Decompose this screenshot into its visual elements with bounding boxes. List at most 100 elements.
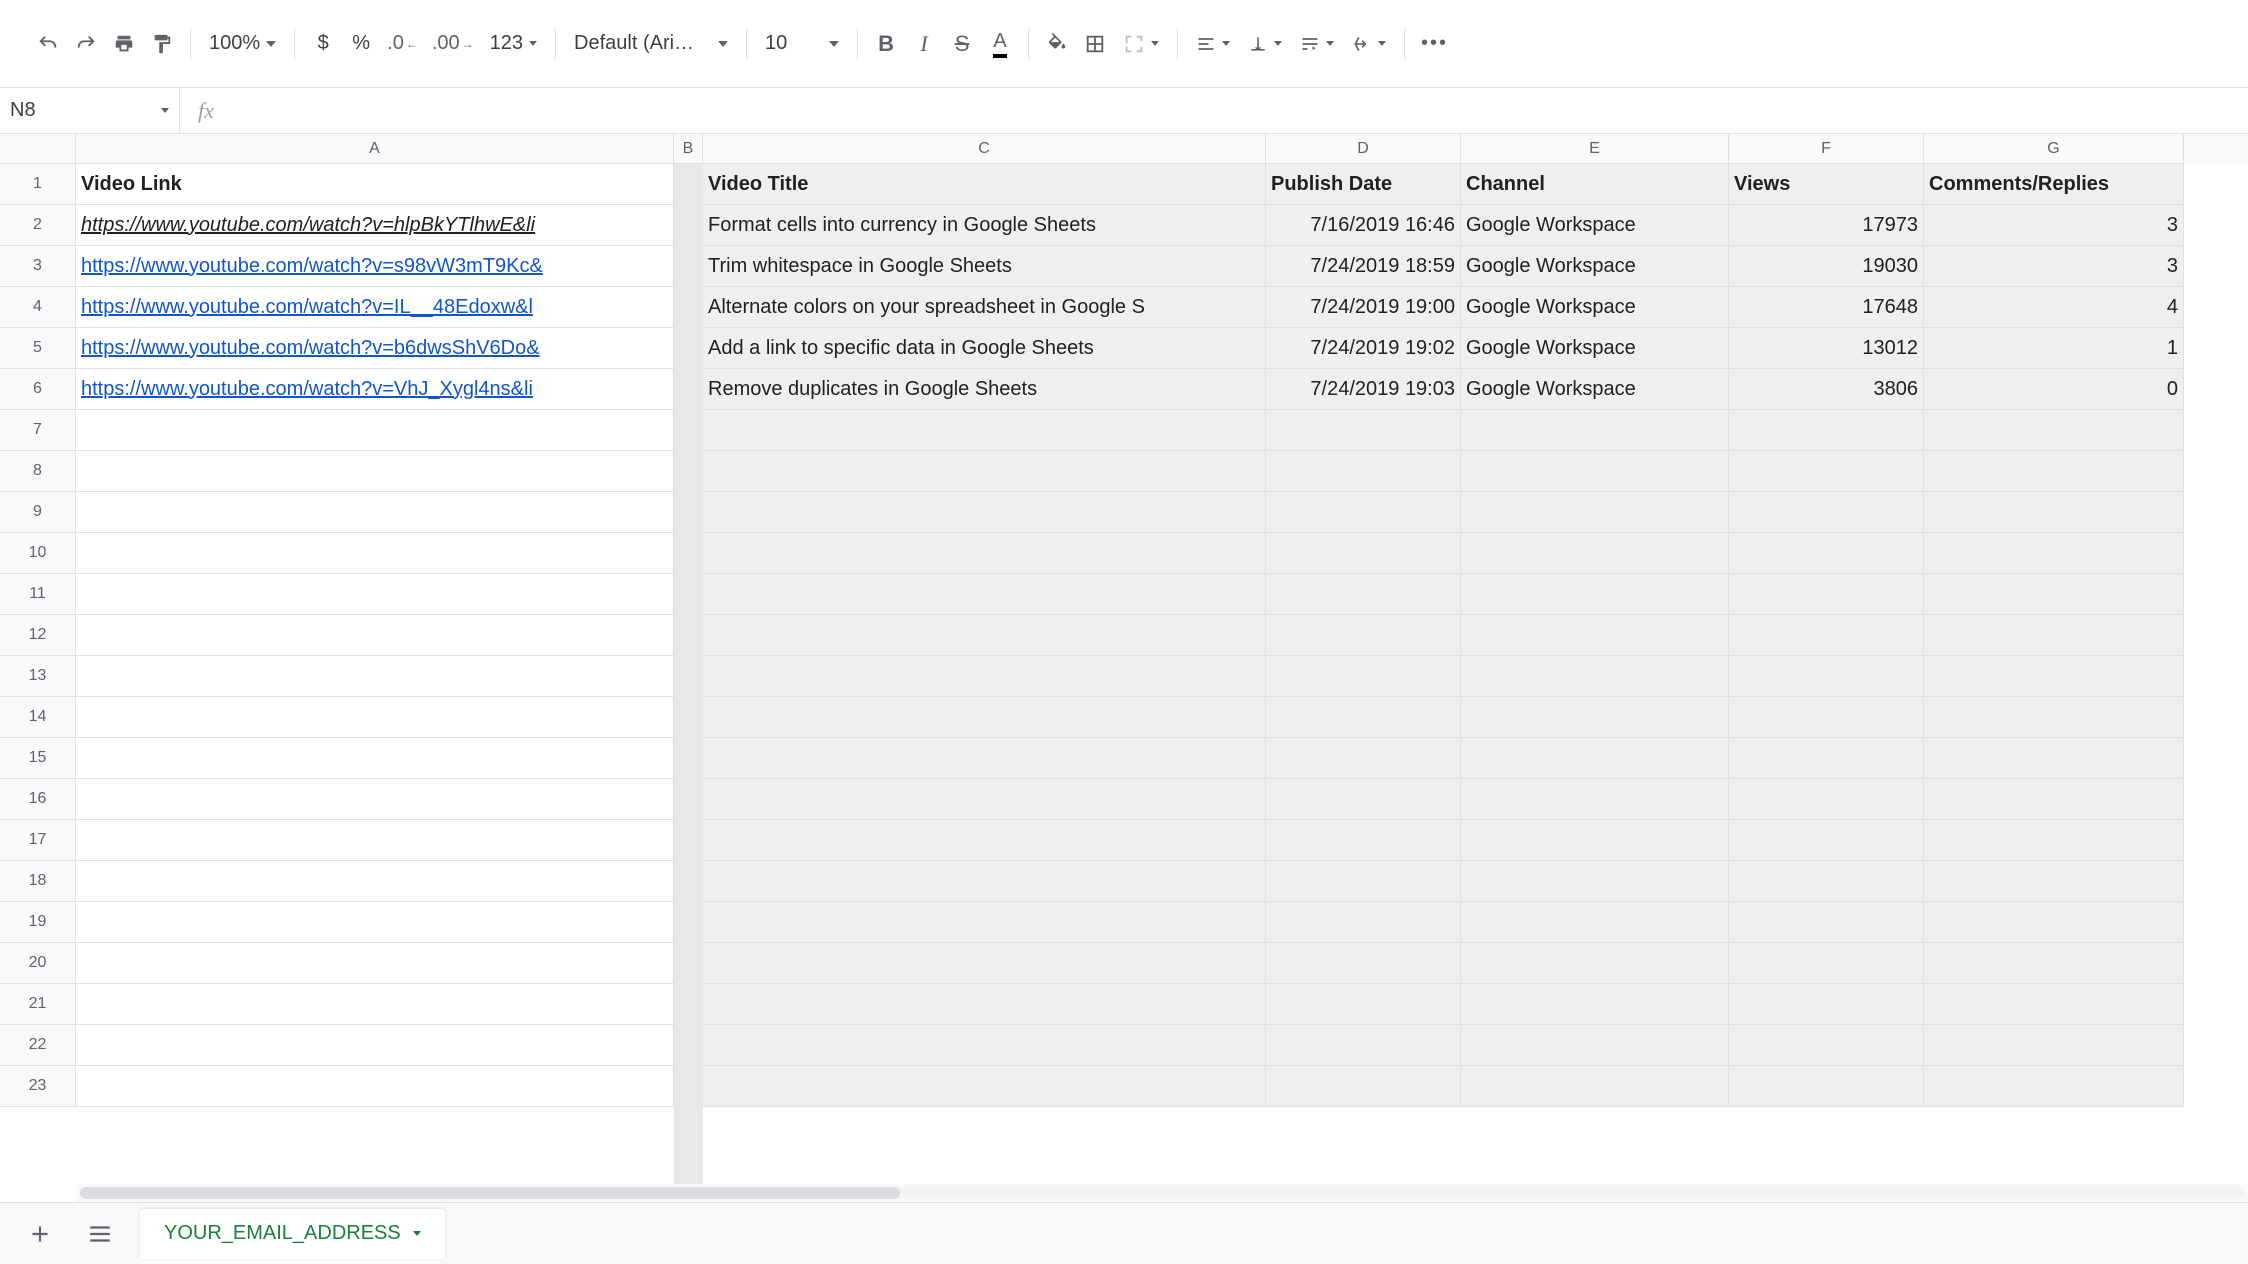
cell-link[interactable]: https://www.youtube.com/watch?v=IL__48Ed… [81,296,533,319]
cell[interactable] [1924,943,2184,984]
select-all-corner[interactable] [0,134,76,164]
row-header[interactable]: 14 [0,697,76,738]
cell[interactable] [703,943,1266,984]
cell[interactable] [703,984,1266,1025]
cell[interactable]: https://www.youtube.com/watch?v=b6dwsShV… [76,328,674,369]
cell[interactable] [1729,861,1924,902]
cell[interactable] [1729,902,1924,943]
cell[interactable]: Views [1729,164,1924,205]
cell[interactable] [1729,943,1924,984]
percent-button[interactable]: % [343,26,379,62]
cell[interactable]: 3806 [1729,369,1924,410]
cell[interactable] [1461,861,1729,902]
cell[interactable] [1924,779,2184,820]
cell[interactable]: 1 [1924,328,2184,369]
cell[interactable] [1461,451,1729,492]
cell[interactable] [1461,820,1729,861]
cell[interactable] [76,615,674,656]
cell[interactable] [1266,861,1461,902]
cell[interactable] [1924,1066,2184,1107]
cell[interactable]: Publish Date [1266,164,1461,205]
row-header[interactable]: 18 [0,861,76,902]
font-size-dropdown[interactable]: 10 [757,26,847,62]
cell[interactable]: 7/24/2019 19:00 [1266,287,1461,328]
cell[interactable] [1461,697,1729,738]
cell[interactable]: Trim whitespace in Google Sheets [703,246,1266,287]
cell[interactable] [1461,738,1729,779]
cell[interactable] [76,697,674,738]
cell[interactable] [1266,984,1461,1025]
column-header-f[interactable]: F [1729,134,1924,164]
row-header[interactable]: 22 [0,1025,76,1066]
cell[interactable]: Google Workspace [1461,287,1729,328]
cell[interactable]: 7/24/2019 19:02 [1266,328,1461,369]
cell[interactable] [1461,615,1729,656]
cell[interactable] [76,492,674,533]
cell[interactable] [1924,451,2184,492]
cell[interactable] [1266,656,1461,697]
cell[interactable] [703,779,1266,820]
cell[interactable]: 4 [1924,287,2184,328]
cell[interactable] [1461,492,1729,533]
cell[interactable] [1924,984,2184,1025]
cell[interactable] [1461,533,1729,574]
row-header[interactable]: 23 [0,1066,76,1107]
row-header[interactable]: 10 [0,533,76,574]
cell[interactable] [1266,1025,1461,1066]
cell[interactable] [1729,533,1924,574]
row-header[interactable]: 3 [0,246,76,287]
cell[interactable] [76,574,674,615]
cell[interactable] [1924,656,2184,697]
cell[interactable]: Google Workspace [1461,205,1729,246]
cell[interactable] [1924,861,2184,902]
cell[interactable] [1266,943,1461,984]
cell[interactable] [1924,533,2184,574]
cell[interactable] [1461,410,1729,451]
column-header-a[interactable]: A [76,134,674,164]
row-header[interactable]: 4 [0,287,76,328]
cell[interactable] [1266,410,1461,451]
cell[interactable]: 3 [1924,205,2184,246]
cell[interactable] [76,820,674,861]
cell[interactable] [703,656,1266,697]
text-color-button[interactable]: A [982,26,1018,62]
cell[interactable] [1729,820,1924,861]
cell[interactable]: Video Link [76,164,674,205]
text-rotation-dropdown[interactable] [1344,26,1394,62]
cell[interactable] [1924,697,2184,738]
name-box[interactable]: N8 [0,88,180,133]
row-header[interactable]: 19 [0,902,76,943]
horizontal-scrollbar[interactable] [76,1184,2248,1202]
cell[interactable]: 3 [1924,246,2184,287]
cell[interactable] [1461,902,1729,943]
cell[interactable] [76,738,674,779]
row-header[interactable]: 11 [0,574,76,615]
row-header[interactable]: 9 [0,492,76,533]
cell[interactable] [76,1025,674,1066]
cell[interactable] [1729,410,1924,451]
cell[interactable] [76,533,674,574]
cell[interactable] [1266,533,1461,574]
cell[interactable] [703,492,1266,533]
cell[interactable] [703,410,1266,451]
cell[interactable] [1461,1066,1729,1107]
cell[interactable]: 17648 [1729,287,1924,328]
cell[interactable]: https://www.youtube.com/watch?v=s98vW3mT… [76,246,674,287]
text-wrap-dropdown[interactable] [1292,26,1342,62]
bold-button[interactable]: B [868,26,904,62]
merge-cells-dropdown[interactable] [1115,26,1167,62]
more-button[interactable]: ••• [1415,26,1454,62]
cell[interactable] [76,902,674,943]
cell[interactable]: 17973 [1729,205,1924,246]
cell[interactable]: 7/24/2019 18:59 [1266,246,1461,287]
cell[interactable]: Remove duplicates in Google Sheets [703,369,1266,410]
cell[interactable]: Format cells into currency in Google She… [703,205,1266,246]
cell[interactable] [1266,902,1461,943]
cell[interactable]: Channel [1461,164,1729,205]
column-header-c[interactable]: C [703,134,1266,164]
cell[interactable] [1461,943,1729,984]
cell[interactable] [1266,574,1461,615]
cell[interactable] [1924,738,2184,779]
cell[interactable]: https://www.youtube.com/watch?v=IL__48Ed… [76,287,674,328]
cell[interactable] [76,943,674,984]
